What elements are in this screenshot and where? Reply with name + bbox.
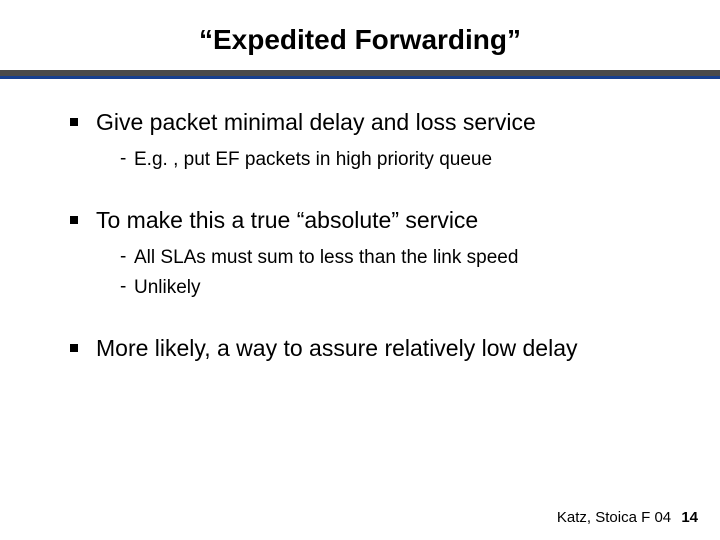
slide-title: “Expedited Forwarding”: [0, 0, 720, 56]
sub-bullet-item: - E.g. , put EF packets in high priority…: [96, 147, 536, 173]
page-number: 14: [681, 509, 698, 526]
bullet-item: More likely, a way to assure relatively …: [70, 334, 670, 363]
sub-bullet-text: Unlikely: [134, 275, 201, 301]
slide: “Expedited Forwarding” Give packet minim…: [0, 0, 720, 540]
bullet-text: To make this a true “absolute” service: [96, 206, 518, 235]
bullet-body: To make this a true “absolute” service -…: [96, 206, 518, 304]
sub-bullet-list: - E.g. , put EF packets in high priority…: [96, 147, 536, 173]
bullet-body: More likely, a way to assure relatively …: [96, 334, 577, 363]
square-bullet-icon: [70, 344, 78, 352]
bullet-text: More likely, a way to assure relatively …: [96, 334, 577, 363]
title-rule: [0, 70, 720, 80]
dash-bullet-icon: -: [120, 245, 134, 270]
bullet-item: Give packet minimal delay and loss servi…: [70, 108, 670, 176]
square-bullet-icon: [70, 118, 78, 126]
sub-bullet-list: - All SLAs must sum to less than the lin…: [96, 245, 518, 300]
slide-footer: Katz, Stoica F 04 14: [557, 509, 698, 526]
sub-bullet-text: All SLAs must sum to less than the link …: [134, 245, 518, 271]
dash-bullet-icon: -: [120, 275, 134, 300]
bullet-item: To make this a true “absolute” service -…: [70, 206, 670, 304]
dash-bullet-icon: -: [120, 147, 134, 172]
bullet-list: Give packet minimal delay and loss servi…: [70, 108, 670, 363]
sub-bullet-item: - All SLAs must sum to less than the lin…: [96, 245, 518, 271]
bullet-body: Give packet minimal delay and loss servi…: [96, 108, 536, 176]
rule-blue: [0, 76, 720, 79]
square-bullet-icon: [70, 216, 78, 224]
bullet-text: Give packet minimal delay and loss servi…: [96, 108, 536, 137]
sub-bullet-text: E.g. , put EF packets in high priority q…: [134, 147, 492, 173]
footer-credit: Katz, Stoica F 04: [557, 509, 671, 526]
slide-body: Give packet minimal delay and loss servi…: [0, 80, 720, 363]
sub-bullet-item: - Unlikely: [96, 275, 518, 301]
